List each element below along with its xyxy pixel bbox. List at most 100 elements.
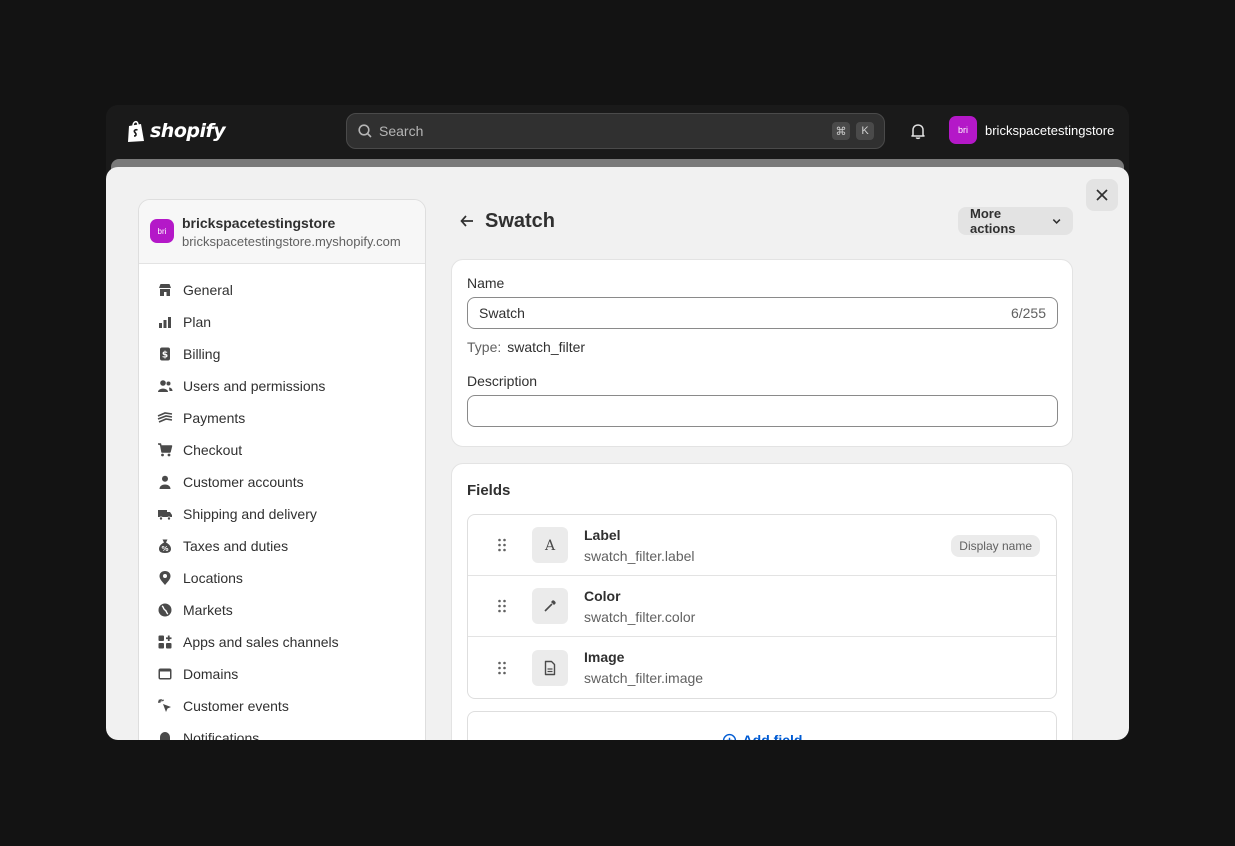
description-label: Description: [467, 373, 538, 389]
shortcut-key-k: K: [856, 122, 874, 140]
sidebar-item-shipping[interactable]: Shipping and delivery: [139, 498, 425, 530]
shortcut-key-cmd: ⌘: [832, 122, 850, 140]
sidebar-item-billing[interactable]: $ Billing: [139, 338, 425, 370]
sidebar-item-label: General: [183, 282, 233, 298]
field-key: swatch_filter.color: [584, 608, 696, 625]
text-icon: A: [532, 527, 568, 563]
arrow-left-icon: [460, 215, 473, 227]
close-icon: [1096, 189, 1108, 201]
add-field-label: Add field: [742, 732, 803, 740]
field-key: swatch_filter.label: [584, 547, 695, 564]
users-icon: [157, 378, 173, 394]
more-actions-label: More actions: [970, 206, 1016, 236]
main-content: Swatch More actions Name Swatch 6/255 Ty…: [451, 199, 1073, 740]
truck-icon: [157, 506, 173, 522]
sidebar-item-label: Shipping and delivery: [183, 506, 317, 522]
sidebar-item-customer-events[interactable]: Customer events: [139, 690, 425, 722]
sidebar-item-label: Payments: [183, 410, 246, 426]
tax-icon: %: [157, 538, 173, 554]
sidebar-item-payments[interactable]: Payments: [139, 402, 425, 434]
cursor-icon: [157, 698, 173, 714]
store-name: brickspacetestingstore: [182, 215, 336, 231]
add-field-button[interactable]: Add field: [467, 711, 1057, 740]
name-value: Swatch: [479, 305, 525, 321]
sidebar-item-label: Taxes and duties: [183, 538, 289, 554]
bell-icon: [157, 730, 173, 740]
settings-nav: General Plan $ Billing Users and permiss…: [139, 264, 425, 740]
display-name-badge: Display name: [951, 535, 1040, 557]
sidebar-item-domains[interactable]: Domains: [139, 658, 425, 690]
avatar: bri: [949, 116, 977, 144]
fields-title: Fields: [467, 482, 511, 499]
drag-handle-icon[interactable]: [492, 658, 512, 678]
name-label: Name: [467, 275, 505, 291]
more-actions-button[interactable]: More actions: [958, 206, 1073, 236]
drag-handle-icon[interactable]: [492, 535, 512, 555]
sidebar-item-label: Domains: [183, 666, 239, 682]
eyedropper-icon: [532, 588, 568, 624]
sidebar-item-label: Plan: [183, 314, 212, 330]
account-name: brickspacetestingstore: [985, 122, 1115, 138]
billing-icon: $: [157, 346, 173, 362]
sidebar-item-plan[interactable]: Plan: [139, 306, 425, 338]
field-name: Color: [584, 587, 621, 604]
sidebar-item-label: Markets: [183, 602, 233, 618]
description-field[interactable]: [467, 395, 1058, 427]
chevron-down-icon: [1052, 219, 1061, 224]
field-list: A Label swatch_filter.label Display name…: [467, 514, 1057, 699]
name-field[interactable]: Swatch 6/255: [467, 297, 1058, 329]
back-button[interactable]: [455, 209, 479, 233]
sidebar-item-checkout[interactable]: Checkout: [139, 434, 425, 466]
details-card: Name Swatch 6/255 Type: swatch_filter Des…: [451, 259, 1073, 447]
sidebar-item-label: Apps and sales channels: [183, 634, 339, 650]
app-window: shopify Search ⌘ K bri brickspacetesting…: [106, 105, 1129, 740]
shopify-logo[interactable]: shopify: [126, 119, 226, 143]
file-icon: [532, 649, 568, 686]
payments-icon: [157, 410, 173, 426]
sidebar-item-apps[interactable]: Apps and sales channels: [139, 626, 425, 658]
sidebar-item-notifications[interactable]: Notifications: [139, 722, 425, 740]
sidebar-item-locations[interactable]: Locations: [139, 562, 425, 594]
location-icon: [157, 570, 173, 586]
sidebar-item-general[interactable]: General: [139, 274, 425, 306]
sidebar-item-label: Locations: [183, 570, 243, 586]
svg-text:A: A: [544, 538, 556, 553]
field-name: Image: [584, 649, 625, 665]
search-input[interactable]: Search ⌘ K: [346, 113, 885, 149]
person-icon: [157, 474, 173, 490]
cart-icon: [157, 442, 173, 458]
character-count: 6/255: [1010, 305, 1046, 321]
type-label: Type:: [467, 339, 502, 355]
settings-modal: bri brickspacetestingstore brickspacetes…: [106, 167, 1129, 740]
notifications-bell-icon[interactable]: [909, 122, 927, 140]
page-title: Swatch: [485, 209, 556, 232]
settings-sidebar: bri brickspacetestingstore brickspacetes…: [138, 199, 426, 740]
search-placeholder: Search: [379, 123, 424, 139]
sidebar-item-users[interactable]: Users and permissions: [139, 370, 425, 402]
field-row-label[interactable]: A Label swatch_filter.label Display name: [468, 515, 1056, 576]
sidebar-item-taxes[interactable]: % Taxes and duties: [139, 530, 425, 562]
sidebar-item-customer-accounts[interactable]: Customer accounts: [139, 466, 425, 498]
drag-handle-icon[interactable]: [492, 596, 512, 616]
logo-text: shopify: [150, 120, 226, 142]
svg-text:%: %: [161, 545, 168, 553]
sidebar-item-label: Notifications: [183, 730, 260, 740]
store-header: bri brickspacetestingstore brickspacetes…: [139, 200, 425, 264]
store-icon: [157, 282, 173, 298]
close-button[interactable]: [1086, 179, 1118, 211]
plan-icon: [157, 314, 173, 330]
sidebar-item-markets[interactable]: Markets: [139, 594, 425, 626]
field-row-image[interactable]: Image swatch_filter.image: [468, 637, 1056, 698]
top-bar: shopify Search ⌘ K bri brickspacetesting…: [106, 105, 1129, 159]
sidebar-item-label: Checkout: [183, 442, 243, 458]
shopify-bag-icon: [128, 120, 144, 142]
type-value: swatch_filter: [507, 339, 586, 355]
field-name: Label: [584, 526, 621, 543]
search-icon: [358, 124, 372, 138]
sidebar-item-label: Customer events: [183, 698, 289, 714]
field-key: swatch_filter.image: [584, 670, 704, 686]
apps-icon: [157, 634, 173, 650]
type-row: Type: swatch_filter: [467, 339, 1057, 355]
account-menu[interactable]: bri brickspacetestingstore: [949, 116, 1114, 144]
field-row-color[interactable]: Color swatch_filter.color: [468, 576, 1056, 637]
